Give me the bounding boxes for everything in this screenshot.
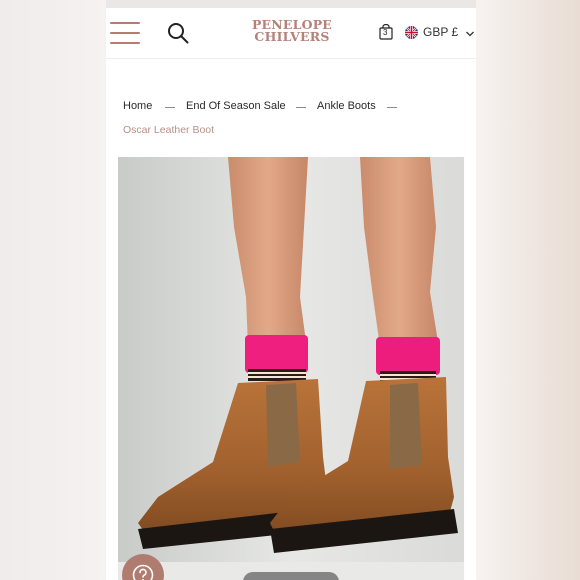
mobile-page: PENELOPE CHILVERS 3 GBP £ Home End Of Se…: [106, 8, 476, 580]
breadcrumb-separator: [165, 107, 175, 108]
hamburger-menu-icon[interactable]: [110, 22, 140, 44]
search-icon[interactable]: [167, 22, 189, 44]
breadcrumb-current: Oscar Leather Boot: [123, 124, 215, 136]
floating-bar[interactable]: [243, 572, 339, 580]
breadcrumb-sale[interactable]: End Of Season Sale: [186, 100, 286, 112]
breadcrumb-home[interactable]: Home: [123, 100, 152, 112]
shopping-bag-icon[interactable]: 3: [379, 23, 393, 40]
right-background: [476, 0, 580, 580]
breadcrumb-separator: [387, 107, 397, 108]
currency-selector[interactable]: GBP £: [423, 25, 458, 39]
bag-count: 3: [383, 28, 388, 37]
brand-logo[interactable]: PENELOPE CHILVERS: [244, 18, 340, 44]
breadcrumb-separator: [296, 107, 306, 108]
product-image[interactable]: [118, 157, 464, 580]
logo-line-2: CHILVERS: [254, 29, 330, 44]
question-mark-icon: [132, 564, 154, 580]
breadcrumb-ankle-boots[interactable]: Ankle Boots: [317, 100, 376, 112]
chevron-down-icon[interactable]: [465, 26, 475, 37]
left-background: [0, 0, 106, 580]
uk-flag-icon[interactable]: [405, 26, 418, 39]
site-header: PENELOPE CHILVERS 3 GBP £: [106, 8, 476, 59]
